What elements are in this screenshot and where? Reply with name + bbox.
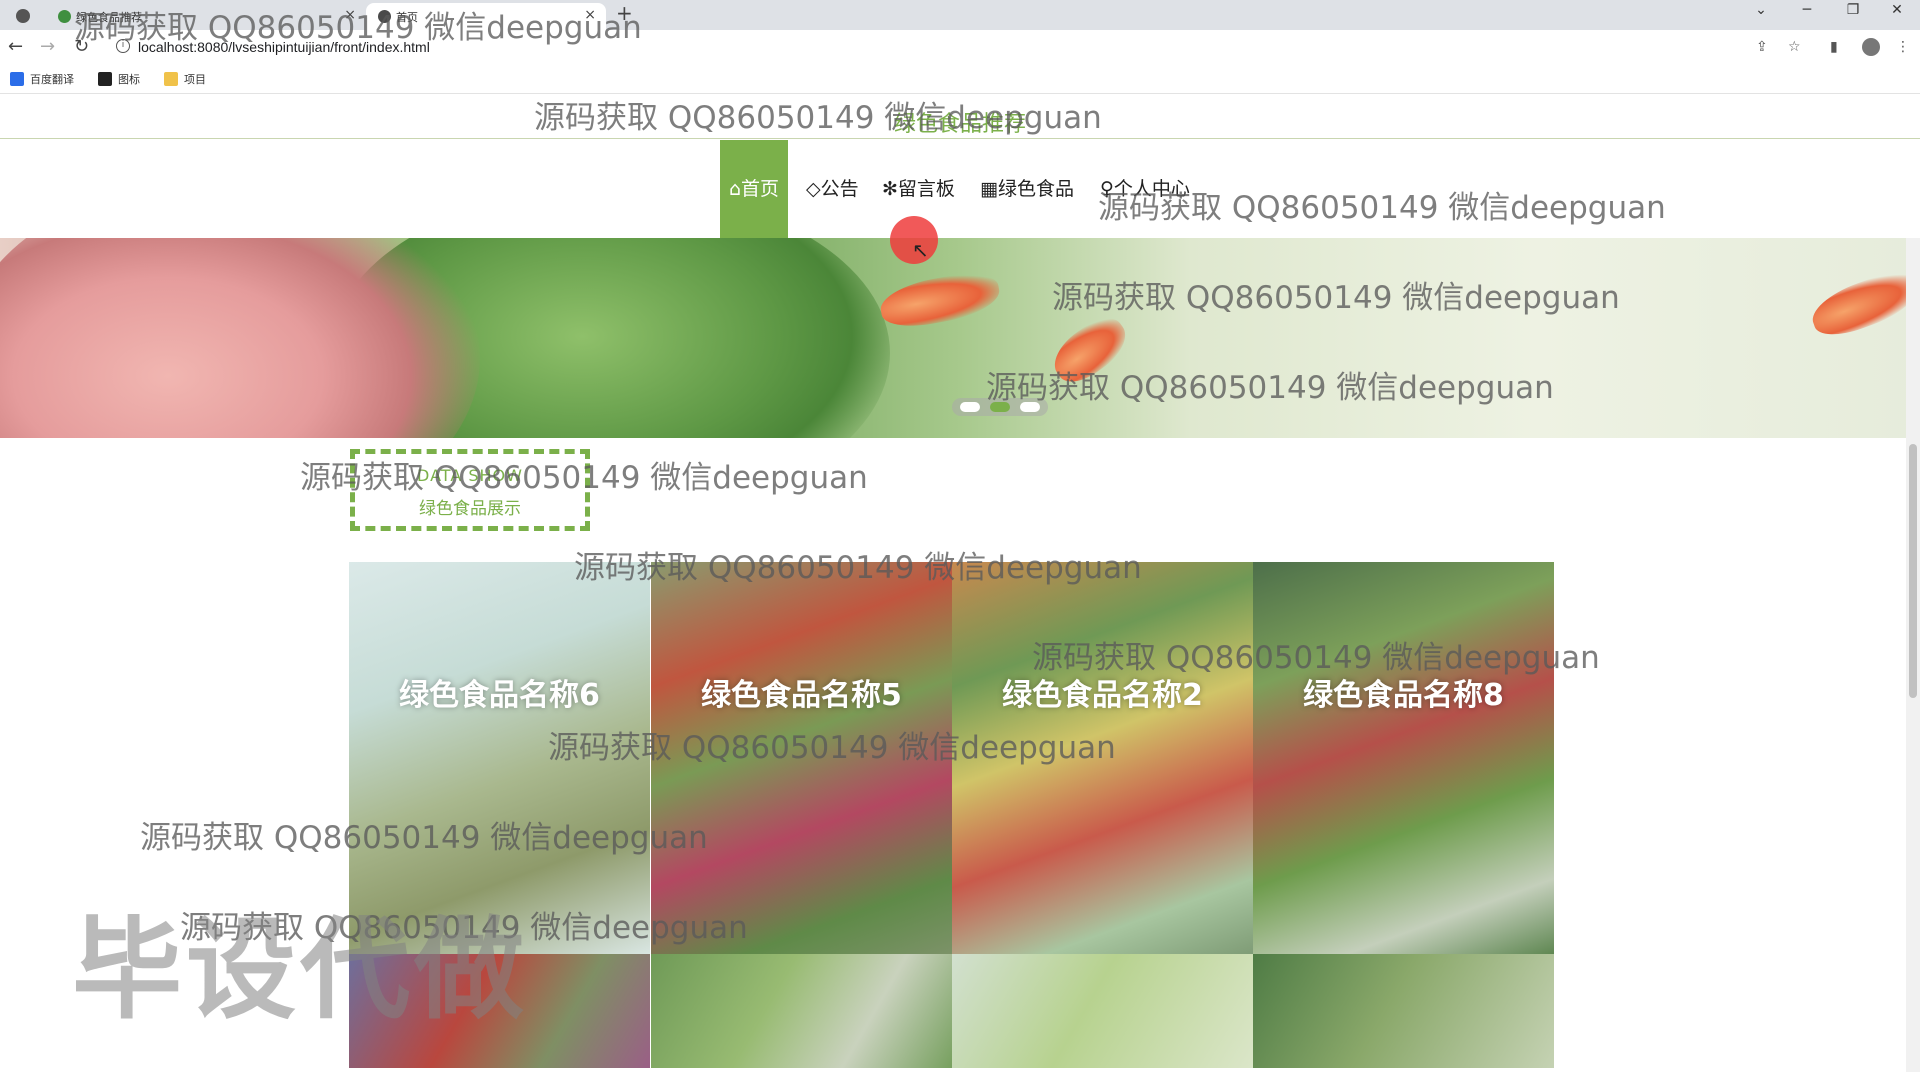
- tab-search-button[interactable]: ⌄: [1738, 2, 1784, 18]
- watermark-text: 源码获取 QQ86050149 微信deepguan: [574, 550, 1142, 586]
- bookmark-icons[interactable]: 图标: [98, 71, 140, 87]
- watermark-text: 源码获取 QQ86050149 微信deepguan: [534, 100, 1102, 136]
- bookmarks-bar: [0, 66, 1920, 94]
- close-window-button[interactable]: ✕: [1874, 2, 1920, 18]
- restore-button[interactable]: ❐: [1830, 2, 1876, 18]
- product-card[interactable]: [651, 954, 952, 1068]
- product-card[interactable]: 绿色食品名称8: [1253, 562, 1554, 954]
- section-title: 绿色食品展示: [419, 499, 521, 519]
- scrollbar-thumb[interactable]: [1909, 444, 1917, 698]
- lotus-flower-illustration: [0, 238, 480, 438]
- product-name[interactable]: 绿色食品名称6: [349, 670, 650, 714]
- tab-favicon-icon: [58, 10, 71, 23]
- product-name[interactable]: 绿色食品名称5: [651, 670, 952, 714]
- browser-menu-dots-icon[interactable]: ⋮: [1896, 39, 1910, 55]
- minimize-button[interactable]: ─: [1784, 2, 1830, 18]
- nav-home[interactable]: ⌂首页: [720, 140, 788, 238]
- watermark-text: 源码获取 QQ86050149 微信deepguan: [1098, 190, 1666, 226]
- folder-icon: [164, 72, 178, 86]
- big-watermark: 毕设代做: [72, 906, 528, 1034]
- back-arrow-icon[interactable]: ←: [8, 36, 23, 57]
- carousel-dot[interactable]: [960, 402, 980, 412]
- watermark-text: 源码获取 QQ86050149 微信deepguan: [1032, 640, 1600, 676]
- watermark-text: 源码获取 QQ86050149 微信deepguan: [300, 460, 868, 496]
- bookmark-label: 百度翻译: [30, 73, 74, 86]
- product-card[interactable]: [952, 954, 1253, 1068]
- watermark-text: 源码获取 QQ86050149 微信deepguan: [140, 820, 708, 856]
- browser-menu-icon[interactable]: [0, 3, 46, 30]
- nav-green-food[interactable]: ▦绿色食品: [980, 140, 1074, 238]
- mouse-cursor-icon: ↖: [912, 238, 929, 262]
- product-card[interactable]: [1253, 954, 1554, 1068]
- side-panel-icon[interactable]: ▮: [1830, 39, 1838, 55]
- watermark-text: 源码获取 QQ86050149 微信deepguan: [74, 10, 642, 46]
- nav-announcements[interactable]: ◇公告: [806, 140, 859, 238]
- bookmark-baidu-translate[interactable]: 百度翻译: [10, 71, 74, 87]
- share-icon[interactable]: ⇪: [1756, 39, 1768, 55]
- forward-arrow-icon[interactable]: →: [40, 36, 55, 57]
- watermark-text: 源码获取 QQ86050149 微信deepguan: [548, 730, 1116, 766]
- bookmark-label: 项目: [184, 73, 206, 86]
- bookmark-label: 图标: [118, 73, 140, 86]
- profile-avatar-icon[interactable]: [1862, 38, 1880, 56]
- bookmark-project[interactable]: 项目: [164, 71, 206, 87]
- image-icon: [98, 72, 112, 86]
- koi-fish-illustration: [877, 267, 1003, 333]
- bookmark-star-icon[interactable]: ☆: [1788, 39, 1801, 55]
- watermark-text: 源码获取 QQ86050149 微信deepguan: [986, 370, 1554, 406]
- watermark-text: 源码获取 QQ86050149 微信deepguan: [1052, 280, 1620, 316]
- koi-fish-illustration: [1805, 264, 1920, 344]
- translate-icon: [10, 72, 24, 86]
